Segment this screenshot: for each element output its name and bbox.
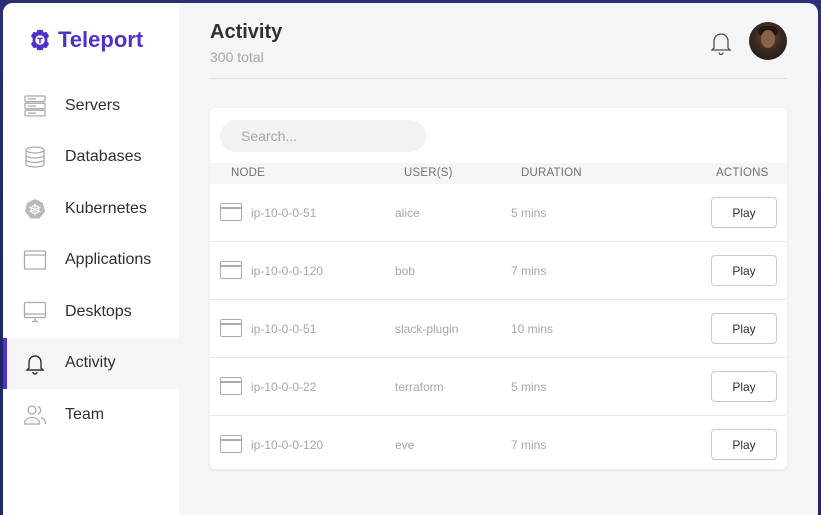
- sidebar-item-applications[interactable]: Applications: [3, 235, 179, 287]
- sidebar-item-activity[interactable]: Activity: [3, 337, 179, 389]
- column-header-users[interactable]: USER(S): [404, 167, 453, 179]
- team-icon: [23, 403, 47, 427]
- session-duration: 5 mins: [511, 380, 547, 394]
- kubernetes-icon: [23, 197, 47, 221]
- table-row: ip-10-0-0-22 terraform 5 mins Play: [210, 358, 787, 416]
- node-name: ip-10-0-0-120: [251, 438, 324, 452]
- app-window: Teleport Servers Databases Kubernetes Ap…: [3, 3, 818, 515]
- teleport-logo-icon: [30, 29, 50, 51]
- table-header: NODE USER(S) DURATION ACTIONS: [210, 163, 787, 184]
- play-button[interactable]: Play: [711, 371, 777, 402]
- session-duration: 5 mins: [511, 206, 547, 220]
- brand-name: Teleport: [58, 27, 144, 52]
- user-name: eve: [395, 438, 415, 452]
- sidebar-item-label: Applications: [65, 251, 152, 269]
- database-icon: [23, 145, 47, 169]
- node-name: ip-10-0-0-22: [251, 380, 317, 394]
- node-name: ip-10-0-0-120: [251, 264, 324, 278]
- desktop-icon: [23, 300, 47, 324]
- server-node-icon: [220, 203, 242, 221]
- sidebar-item-desktops[interactable]: Desktops: [3, 286, 179, 338]
- sidebar-item-label: Desktops: [65, 302, 132, 320]
- sidebar-item-label: Databases: [65, 148, 142, 166]
- play-button[interactable]: Play: [711, 197, 777, 228]
- sidebar-item-label: Team: [65, 405, 105, 423]
- column-header-actions: ACTIONS: [716, 167, 769, 179]
- activity-table-card: NODE USER(S) DURATION ACTIONS ip-10-0-0-…: [210, 108, 787, 469]
- user-name: alice: [395, 206, 420, 220]
- notification-bell-icon[interactable]: [709, 30, 733, 56]
- server-node-icon: [220, 261, 242, 279]
- sidebar-item-kubernetes[interactable]: Kubernetes: [3, 183, 179, 235]
- main-content: Activity 300 total NODE USER(S) DURATION…: [179, 3, 818, 515]
- sidebar: Teleport Servers Databases Kubernetes Ap…: [3, 3, 179, 515]
- node-name: ip-10-0-0-51: [251, 206, 317, 220]
- application-icon: [23, 248, 47, 272]
- search-input[interactable]: [220, 120, 426, 152]
- play-button[interactable]: Play: [711, 429, 777, 460]
- play-button[interactable]: Play: [711, 255, 777, 286]
- total-count: 300 total: [210, 49, 264, 65]
- header-divider: [210, 78, 787, 79]
- sidebar-item-servers[interactable]: Servers: [3, 80, 179, 132]
- user-avatar[interactable]: [749, 22, 787, 60]
- sidebar-item-label: Activity: [65, 354, 116, 372]
- server-icon: [23, 94, 47, 118]
- user-name: slack-plugin: [395, 322, 459, 336]
- column-header-duration[interactable]: DURATION: [521, 167, 582, 179]
- bell-icon: [23, 351, 47, 375]
- session-duration: 10 mins: [511, 322, 554, 336]
- table-row: ip-10-0-0-120 bob 7 mins Play: [210, 242, 787, 300]
- page-title: Activity: [210, 21, 283, 43]
- avatar-face: [761, 30, 775, 48]
- column-header-node[interactable]: NODE: [231, 167, 265, 179]
- server-node-icon: [220, 319, 242, 337]
- user-name: terraform: [395, 380, 444, 394]
- teleport-logo[interactable]: Teleport: [29, 27, 143, 53]
- table-row: ip-10-0-0-51 alice 5 mins Play: [210, 184, 787, 242]
- table-row: ip-10-0-0-120 eve 7 mins Play: [210, 416, 787, 474]
- table-row: ip-10-0-0-51 slack-plugin 10 mins Play: [210, 300, 787, 358]
- server-node-icon: [220, 435, 242, 453]
- session-duration: 7 mins: [511, 438, 547, 452]
- play-button[interactable]: Play: [711, 313, 777, 344]
- sidebar-item-databases[interactable]: Databases: [3, 132, 179, 184]
- session-duration: 7 mins: [511, 264, 547, 278]
- sidebar-nav: Servers Databases Kubernetes Application…: [3, 80, 179, 441]
- user-name: bob: [395, 264, 416, 278]
- node-name: ip-10-0-0-51: [251, 322, 317, 336]
- server-node-icon: [220, 377, 242, 395]
- sidebar-item-team[interactable]: Team: [3, 389, 179, 441]
- sidebar-item-label: Servers: [65, 96, 121, 114]
- sidebar-item-label: Kubernetes: [65, 199, 147, 217]
